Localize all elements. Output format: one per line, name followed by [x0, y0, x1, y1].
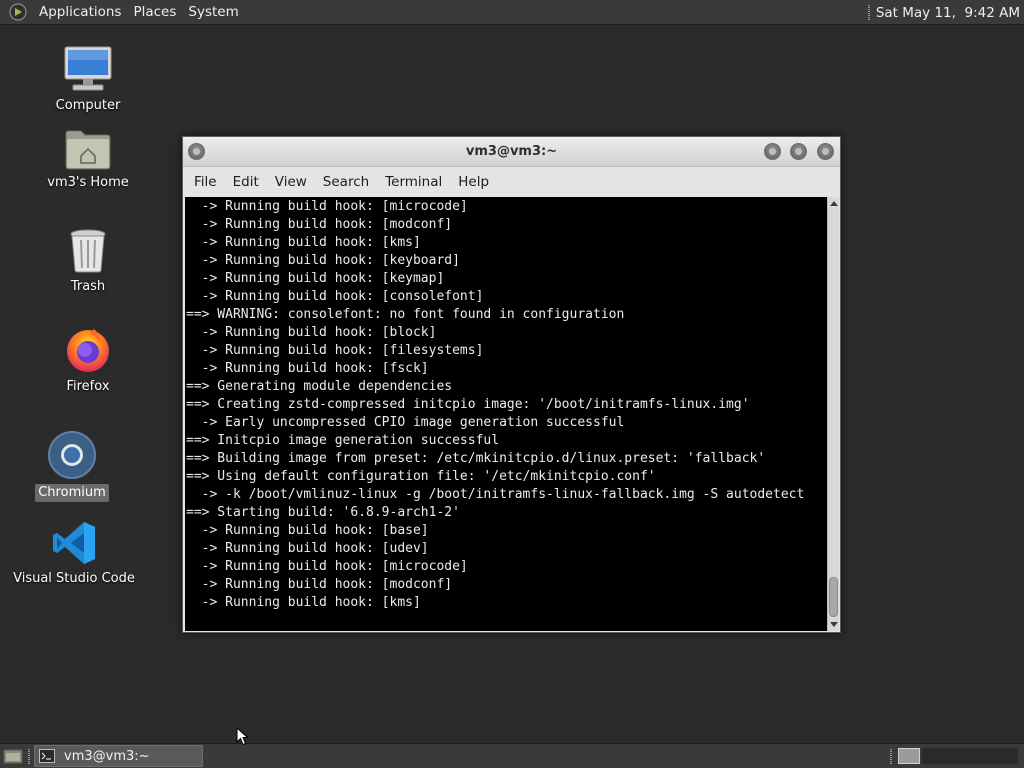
- menu-help[interactable]: Help: [450, 168, 497, 196]
- desktop-icon-label: Firefox: [66, 379, 110, 394]
- terminal-line: -> Running build hook: [fsck]: [186, 361, 429, 376]
- window-title: vm3@vm3:~: [465, 144, 558, 159]
- terminal-line: -> Running build hook: [keymap]: [186, 271, 445, 286]
- desktop-icon-home[interactable]: vm3's Home: [23, 128, 153, 192]
- panel-separator: [867, 5, 870, 20]
- terminal-line: ==> Building image from preset: /etc/mki…: [186, 451, 766, 466]
- menu-search[interactable]: Search: [315, 168, 377, 196]
- terminal-line: -> Running build hook: [modconf]: [186, 217, 453, 232]
- clock[interactable]: Sat May 11, 9:42 AM: [876, 5, 1020, 21]
- desktop-icon-chromium[interactable]: Chromium: [7, 430, 137, 502]
- show-desktop-icon[interactable]: [3, 748, 23, 765]
- desktop-icon-computer[interactable]: Computer: [23, 45, 153, 115]
- panel-separator: [28, 749, 30, 764]
- terminal-line: -> Running build hook: [block]: [186, 325, 437, 340]
- system-menu[interactable]: System: [182, 0, 244, 25]
- desktop-icon-trash[interactable]: Trash: [23, 228, 153, 296]
- desktop-icon-firefox[interactable]: Firefox: [23, 326, 153, 396]
- terminal-line: ==> Using default configuration file: '/…: [186, 469, 656, 484]
- taskbar-button-terminal[interactable]: vm3@vm3:~: [34, 745, 203, 767]
- menu-file[interactable]: File: [186, 168, 225, 196]
- terminal-line: -> Running build hook: [modconf]: [186, 577, 453, 592]
- taskbar-button-label: vm3@vm3:~: [64, 748, 150, 764]
- scroll-up-arrow-icon[interactable]: [830, 201, 838, 206]
- computer-icon: [64, 46, 112, 91]
- desktop-icon-label: vm3's Home: [47, 175, 129, 190]
- applications-menu[interactable]: Applications: [33, 0, 127, 25]
- desktop-icon-label: Trash: [70, 279, 106, 294]
- chromium-icon: [48, 431, 96, 479]
- terminal-line: -> Running build hook: [microcode]: [186, 199, 468, 214]
- terminal-line: -> Early uncompressed CPIO image generat…: [186, 415, 625, 430]
- terminal-line: ==> Creating zstd-compressed initcpio im…: [186, 397, 750, 412]
- terminal-line: ==> Starting build: '6.8.9-arch1-2': [186, 505, 460, 520]
- places-menu[interactable]: Places: [127, 0, 182, 25]
- terminal-line: ==> Initcpio image generation successful: [186, 433, 500, 448]
- vscode-icon: [53, 522, 95, 564]
- menu-view[interactable]: View: [267, 168, 315, 196]
- desktop-icon-vscode[interactable]: Visual Studio Code: [9, 520, 139, 588]
- trash-icon: [70, 229, 106, 273]
- terminal-window[interactable]: vm3@vm3:~ File Edit View Search Terminal…: [182, 136, 841, 633]
- menu-edit[interactable]: Edit: [225, 168, 267, 196]
- terminal-line: -> Running build hook: [microcode]: [186, 559, 468, 574]
- maximize-button[interactable]: [790, 143, 807, 160]
- terminal-scrollbar[interactable]: [827, 197, 839, 631]
- terminal-menubar: File Edit View Search Terminal Help: [183, 168, 840, 196]
- scrollbar-thumb[interactable]: [829, 577, 838, 617]
- scroll-down-arrow-icon[interactable]: [830, 622, 838, 627]
- bottom-panel: vm3@vm3:~: [0, 743, 1024, 768]
- panel-separator: [890, 749, 892, 764]
- menu-terminal[interactable]: Terminal: [377, 168, 450, 196]
- terminal-icon: [39, 749, 55, 763]
- home-folder-icon: [65, 130, 111, 170]
- terminal-output[interactable]: -> Running build hook: [microcode] -> Ru…: [185, 197, 827, 631]
- top-panel: Applications Places System Sat May 11, 9…: [0, 0, 1024, 25]
- terminal-line: -> -k /boot/vmlinuz-linux -g /boot/initr…: [186, 487, 805, 502]
- minimize-button[interactable]: [764, 143, 781, 160]
- mouse-pointer-icon: [236, 727, 248, 746]
- terminal-line: -> Running build hook: [base]: [186, 523, 429, 538]
- terminal-line: ==> WARNING: consolefont: no font found …: [186, 307, 625, 322]
- close-button[interactable]: [817, 143, 834, 160]
- terminal-line: -> Running build hook: [keyboard]: [186, 253, 460, 268]
- desktop-icon-label: Visual Studio Code: [13, 571, 135, 586]
- window-titlebar[interactable]: vm3@vm3:~: [183, 137, 840, 167]
- desktop-icon-label: Computer: [55, 98, 121, 113]
- terminal-text: -> Running build hook: [microcode] -> Ru…: [185, 197, 827, 612]
- terminal-line: -> Running build hook: [filesystems]: [186, 343, 484, 358]
- distro-logo-icon[interactable]: [9, 3, 27, 21]
- desktop-icon-label: Chromium: [35, 484, 109, 502]
- firefox-icon: [67, 329, 109, 372]
- terminal-line: -> Running build hook: [udev]: [186, 541, 429, 556]
- top-panel-right: Sat May 11, 9:42 AM: [867, 0, 1020, 25]
- terminal-line: ==> Generating module dependencies: [186, 379, 453, 394]
- workspace-2[interactable]: [922, 748, 1018, 764]
- terminal-line: -> Running build hook: [kms]: [186, 595, 421, 610]
- terminal-line: -> Running build hook: [consolefont]: [186, 289, 484, 304]
- workspace-1[interactable]: [898, 748, 920, 764]
- terminal-line: -> Running build hook: [kms]: [186, 235, 421, 250]
